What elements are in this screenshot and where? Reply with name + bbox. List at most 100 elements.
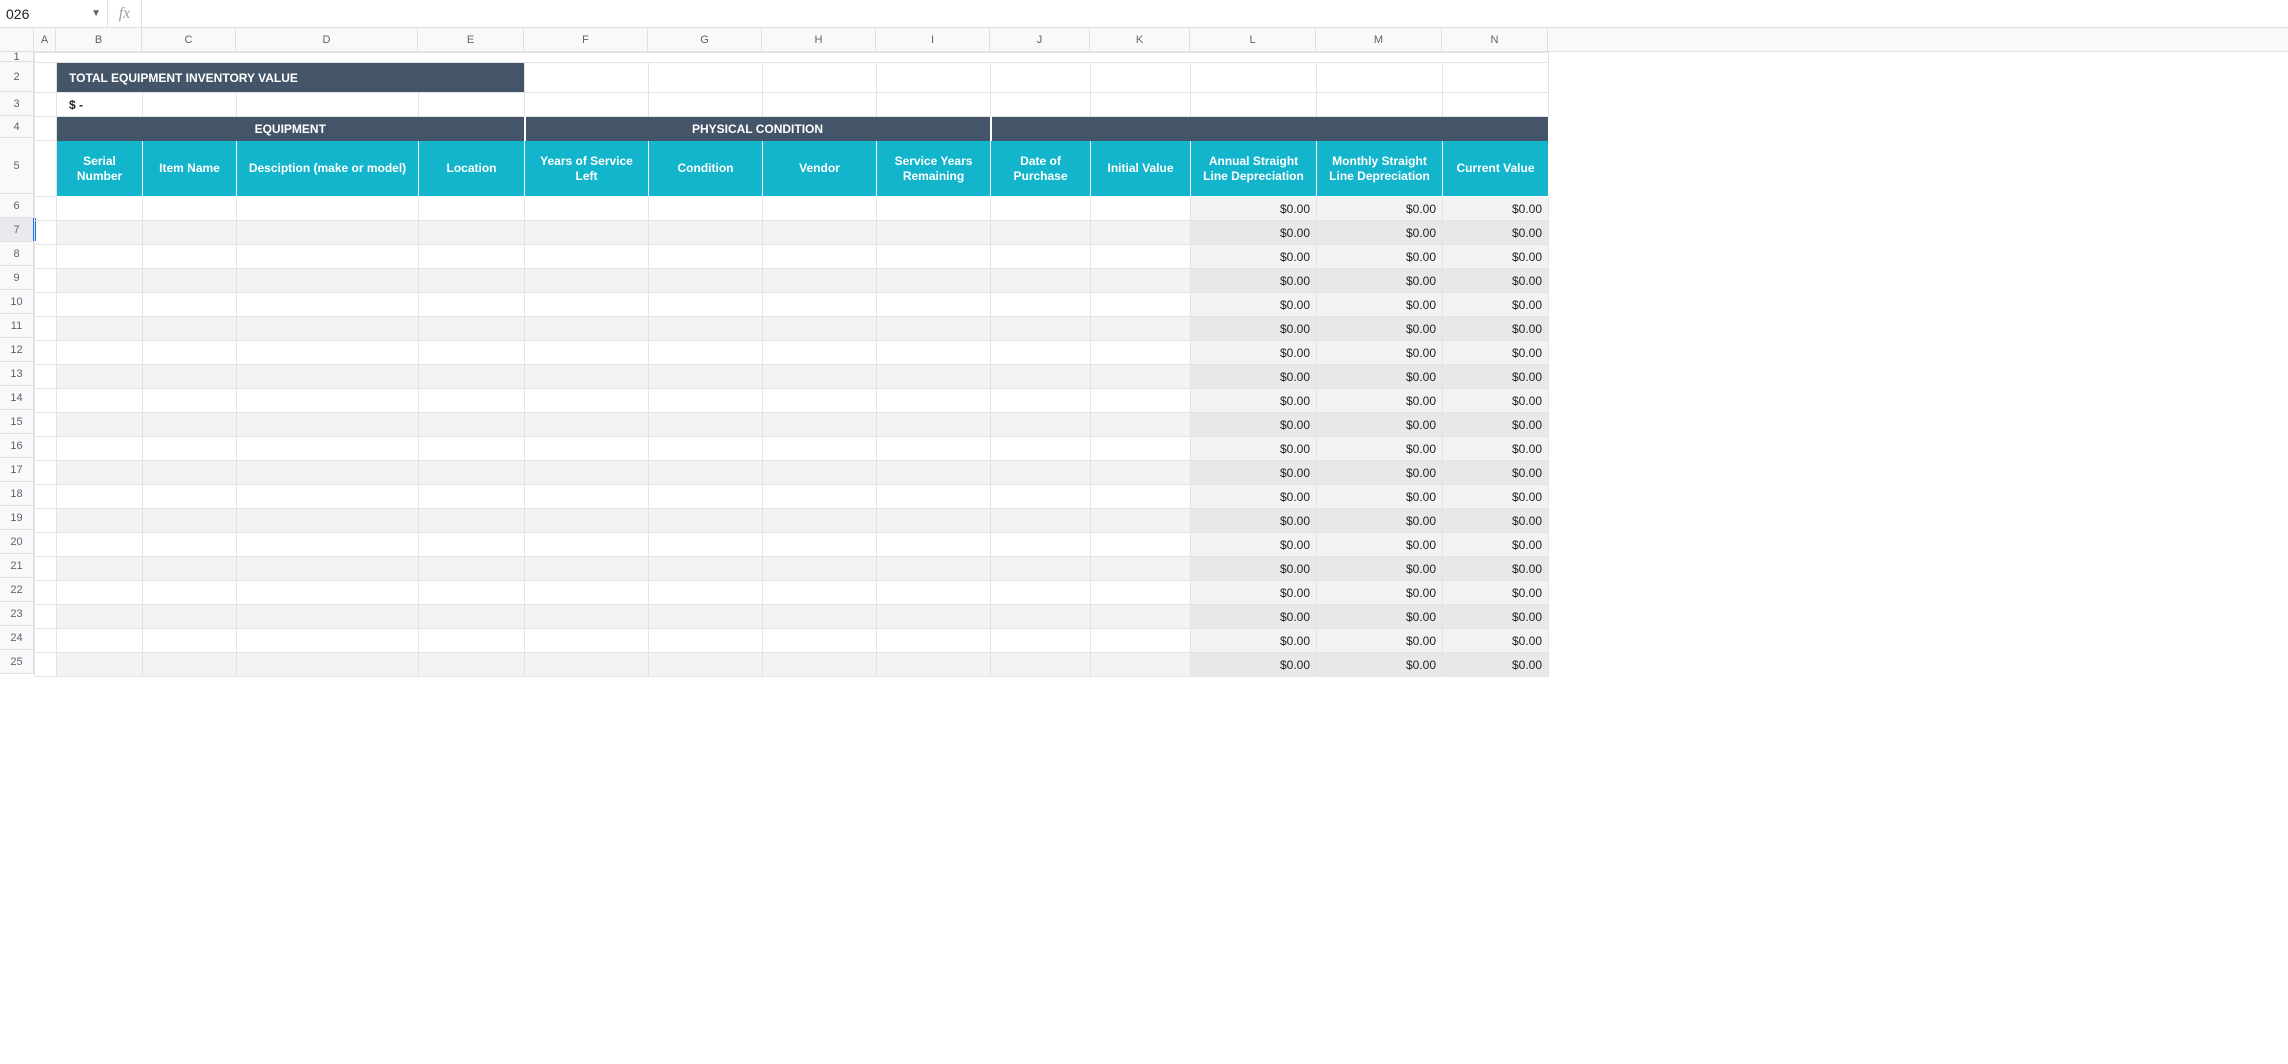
cell-A12[interactable] <box>35 341 57 365</box>
data-cell[interactable] <box>991 317 1091 341</box>
data-cell[interactable] <box>419 485 525 509</box>
data-cell[interactable] <box>525 581 649 605</box>
calc-cell[interactable]: $0.00 <box>1317 605 1443 629</box>
data-cell[interactable] <box>1091 317 1191 341</box>
data-cell[interactable] <box>1091 533 1191 557</box>
data-cell[interactable] <box>143 341 237 365</box>
row-header-2[interactable]: 2 <box>0 62 33 92</box>
calc-cell[interactable]: $0.00 <box>1191 413 1317 437</box>
calc-cell[interactable]: $0.00 <box>1443 413 1549 437</box>
cell[interactable] <box>1191 93 1317 117</box>
data-cell[interactable] <box>237 389 419 413</box>
calc-cell[interactable]: $0.00 <box>1443 581 1549 605</box>
name-box[interactable]: 026 ▼ <box>0 0 108 27</box>
calc-cell[interactable]: $0.00 <box>1443 533 1549 557</box>
row-header-13[interactable]: 13 <box>0 362 33 386</box>
calc-cell[interactable]: $0.00 <box>1317 389 1443 413</box>
calc-cell[interactable]: $0.00 <box>1443 197 1549 221</box>
calc-cell[interactable]: $0.00 <box>1317 581 1443 605</box>
data-cell[interactable] <box>525 629 649 653</box>
calc-cell[interactable]: $0.00 <box>1191 605 1317 629</box>
data-cell[interactable] <box>419 629 525 653</box>
data-cell[interactable] <box>143 293 237 317</box>
calc-cell[interactable]: $0.00 <box>1443 389 1549 413</box>
cell[interactable] <box>525 93 649 117</box>
data-cell[interactable] <box>525 557 649 581</box>
data-cell[interactable] <box>57 293 143 317</box>
data-cell[interactable] <box>1091 293 1191 317</box>
row-header-4[interactable]: 4 <box>0 116 33 138</box>
data-cell[interactable] <box>419 605 525 629</box>
cell-A17[interactable] <box>35 461 57 485</box>
data-cell[interactable] <box>419 197 525 221</box>
cell-A4[interactable] <box>35 117 57 141</box>
column-header-F[interactable]: F <box>524 28 648 51</box>
data-cell[interactable] <box>1091 365 1191 389</box>
data-cell[interactable] <box>57 389 143 413</box>
cell-A7[interactable] <box>35 221 57 245</box>
row-header-9[interactable]: 9 <box>0 266 33 290</box>
cell-D3[interactable] <box>237 93 419 117</box>
data-cell[interactable] <box>649 533 763 557</box>
calc-cell[interactable]: $0.00 <box>1191 245 1317 269</box>
cell[interactable] <box>877 63 991 93</box>
row-header-3[interactable]: 3 <box>0 92 33 116</box>
data-cell[interactable] <box>991 581 1091 605</box>
cell-A20[interactable] <box>35 533 57 557</box>
data-cell[interactable] <box>1091 605 1191 629</box>
calc-cell[interactable]: $0.00 <box>1443 557 1549 581</box>
cell[interactable] <box>1317 63 1443 93</box>
data-cell[interactable] <box>237 293 419 317</box>
data-cell[interactable] <box>649 437 763 461</box>
data-cell[interactable] <box>649 269 763 293</box>
data-cell[interactable] <box>991 341 1091 365</box>
data-cell[interactable] <box>763 461 877 485</box>
data-cell[interactable] <box>143 197 237 221</box>
column-header-M[interactable]: M <box>1316 28 1442 51</box>
data-cell[interactable] <box>877 389 991 413</box>
calc-cell[interactable]: $0.00 <box>1191 437 1317 461</box>
cell-C3[interactable] <box>143 93 237 117</box>
data-cell[interactable] <box>237 581 419 605</box>
cell-A13[interactable] <box>35 365 57 389</box>
data-cell[interactable] <box>877 341 991 365</box>
calc-cell[interactable]: $0.00 <box>1317 437 1443 461</box>
row-header-23[interactable]: 23 <box>0 602 33 626</box>
data-cell[interactable] <box>57 197 143 221</box>
data-cell[interactable] <box>143 365 237 389</box>
calc-cell[interactable]: $0.00 <box>1317 533 1443 557</box>
data-cell[interactable] <box>237 557 419 581</box>
calc-cell[interactable]: $0.00 <box>1191 653 1317 677</box>
row-header-20[interactable]: 20 <box>0 530 33 554</box>
data-cell[interactable] <box>1091 245 1191 269</box>
row-header-22[interactable]: 22 <box>0 578 33 602</box>
data-cell[interactable] <box>143 437 237 461</box>
data-cell[interactable] <box>419 389 525 413</box>
data-cell[interactable] <box>877 221 991 245</box>
calc-cell[interactable]: $0.00 <box>1191 509 1317 533</box>
data-cell[interactable] <box>419 509 525 533</box>
data-cell[interactable] <box>877 605 991 629</box>
calc-cell[interactable]: $0.00 <box>1191 533 1317 557</box>
calc-cell[interactable]: $0.00 <box>1443 269 1549 293</box>
data-cell[interactable] <box>419 653 525 677</box>
data-cell[interactable] <box>991 509 1091 533</box>
cell-A23[interactable] <box>35 605 57 629</box>
cell-A9[interactable] <box>35 269 57 293</box>
data-cell[interactable] <box>143 389 237 413</box>
row-header-25[interactable]: 25 <box>0 650 33 674</box>
data-cell[interactable] <box>649 509 763 533</box>
calc-cell[interactable]: $0.00 <box>1317 485 1443 509</box>
cell-A18[interactable] <box>35 485 57 509</box>
data-cell[interactable] <box>419 317 525 341</box>
data-cell[interactable] <box>525 341 649 365</box>
cell[interactable] <box>877 93 991 117</box>
data-cell[interactable] <box>649 221 763 245</box>
cell[interactable] <box>1091 63 1191 93</box>
row-header-7[interactable]: 7 <box>0 218 33 242</box>
data-cell[interactable] <box>525 389 649 413</box>
calc-cell[interactable]: $0.00 <box>1191 461 1317 485</box>
column-header-N[interactable]: N <box>1442 28 1548 51</box>
data-cell[interactable] <box>763 197 877 221</box>
calc-cell[interactable]: $0.00 <box>1443 461 1549 485</box>
